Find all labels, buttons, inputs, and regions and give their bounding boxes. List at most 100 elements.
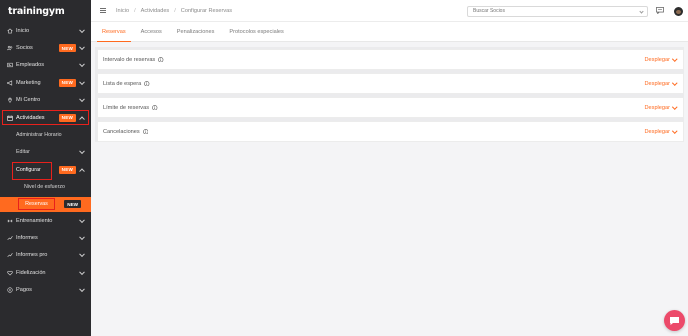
info-icon[interactable] bbox=[152, 104, 158, 111]
tab-bar: Reservas Accesos Penalizaciones Protocol… bbox=[91, 22, 688, 42]
sidebar-subitem-label: Reservas bbox=[18, 198, 55, 211]
section-label: Límite de reservas bbox=[103, 104, 150, 111]
sidebar-subitem-editar[interactable]: Editar bbox=[0, 144, 91, 161]
sidebar-item-label: Marketing bbox=[16, 79, 41, 86]
sidebar-item-label: Entrenamiento bbox=[16, 217, 53, 224]
tab-penalizaciones[interactable]: Penalizaciones bbox=[172, 22, 220, 41]
section-label: Lista de espera bbox=[103, 80, 142, 87]
sidebar-item-label: Informes bbox=[16, 234, 38, 241]
breadcrumb-item-inicio[interactable]: Inicio bbox=[116, 8, 129, 14]
new-badge: NEW bbox=[58, 44, 76, 53]
tab-protocolos-especiales[interactable]: Protocolos especiales bbox=[224, 22, 288, 41]
search-input[interactable] bbox=[473, 8, 633, 14]
section-intervalo-de-reservas[interactable]: Intervalo de reservas Desplegar bbox=[97, 49, 684, 70]
chevron-down-icon bbox=[79, 251, 85, 258]
sidebar-item-actividades[interactable]: Actividades NEW bbox=[0, 109, 91, 126]
chevron-down-icon[interactable] bbox=[639, 8, 644, 14]
expand-toggle[interactable]: Desplegar bbox=[644, 128, 677, 135]
section-lista-de-espera[interactable]: Lista de espera Desplegar bbox=[97, 73, 684, 94]
section-label: Intervalo de reservas bbox=[103, 56, 156, 63]
sidebar-item-entrenamiento[interactable]: Entrenamiento bbox=[0, 212, 91, 229]
id-card-icon bbox=[7, 62, 13, 68]
info-icon[interactable] bbox=[158, 56, 164, 63]
megaphone-icon bbox=[7, 80, 13, 86]
sidebar-item-label: Inicio bbox=[16, 27, 30, 34]
sidebar-item-pagos[interactable]: Pagos bbox=[0, 281, 91, 298]
expand-toggle[interactable]: Desplegar bbox=[645, 80, 677, 87]
tab-reservas[interactable]: Reservas bbox=[97, 22, 131, 42]
calendar-icon bbox=[7, 115, 13, 121]
sidebar-item-empleados[interactable]: Empleados bbox=[0, 57, 91, 74]
sidebar-item-label: Pagos bbox=[16, 287, 32, 294]
sidebar: trainingym Inicio Socios NEW Empleados M… bbox=[0, 0, 91, 336]
sidebar-item-informes[interactable]: Informes bbox=[0, 229, 91, 246]
dumbbell-icon bbox=[7, 218, 13, 224]
message-icon[interactable] bbox=[656, 7, 664, 14]
sidebar-subitem-reservas[interactable]: Reservas NEW bbox=[0, 196, 91, 212]
breadcrumb-separator: / bbox=[174, 7, 176, 14]
sidebar-subitem-label: Configurar bbox=[16, 166, 41, 173]
expand-label: Desplegar bbox=[644, 56, 671, 63]
sidebar-subitem-label: Administrar Horario bbox=[16, 132, 62, 139]
expand-label: Desplegar bbox=[644, 104, 671, 111]
breadcrumb-separator: / bbox=[134, 7, 136, 14]
payments-icon bbox=[7, 287, 13, 293]
sidebar-item-label: Mi Centro bbox=[16, 97, 41, 104]
users-icon bbox=[7, 45, 13, 51]
chevron-down-icon bbox=[79, 79, 85, 85]
section-cancelaciones[interactable]: Cancelaciones Desplegar bbox=[97, 121, 684, 142]
chat-button[interactable] bbox=[664, 310, 685, 331]
sidebar-item-inicio[interactable]: Inicio bbox=[0, 22, 91, 39]
info-icon[interactable] bbox=[144, 80, 150, 87]
chevron-down-icon bbox=[671, 104, 677, 109]
chevron-down-icon bbox=[79, 148, 85, 155]
sidebar-subitem-administrar-horario[interactable]: Administrar Horario bbox=[0, 126, 91, 143]
chat-icon bbox=[670, 316, 679, 325]
sidebar-item-marketing[interactable]: Marketing NEW bbox=[0, 74, 91, 91]
location-icon bbox=[7, 97, 13, 104]
breadcrumb-item-current: Configurar Reservas bbox=[180, 7, 233, 14]
sidebar-item-socios[interactable]: Socios NEW bbox=[0, 39, 91, 56]
home-icon bbox=[7, 28, 13, 34]
expand-toggle[interactable]: Desplegar bbox=[644, 56, 677, 63]
tab-accesos[interactable]: Accesos bbox=[136, 22, 167, 41]
sidebar-item-informes-pro[interactable]: Informes pro bbox=[0, 247, 91, 264]
sidebar-subitem-configurar[interactable]: Configurar NEW bbox=[0, 161, 91, 181]
breadcrumb: Inicio / Actividades / Configurar Reserv… bbox=[116, 8, 232, 14]
sidebar-item-label: Actividades bbox=[16, 114, 45, 121]
chevron-down-icon bbox=[671, 56, 677, 61]
section-limite-de-reservas[interactable]: Límite de reservas Desplegar bbox=[97, 97, 684, 118]
sidebar-item-mi-centro[interactable]: Mi Centro bbox=[0, 92, 91, 109]
sidebar-item-label: Fidelización bbox=[16, 269, 46, 276]
expand-label: Desplegar bbox=[644, 128, 671, 135]
sidebar-item-fidelizacion[interactable]: Fidelización bbox=[0, 264, 91, 281]
sidebar-item-label: Empleados bbox=[16, 62, 44, 69]
chevron-down-icon bbox=[79, 27, 85, 33]
sections-panel: Intervalo de reservas Desplegar Lista de… bbox=[95, 47, 684, 142]
new-badge: NEW bbox=[58, 78, 76, 87]
heart-icon bbox=[7, 270, 13, 276]
chevron-down-icon bbox=[79, 234, 85, 241]
expand-toggle[interactable]: Desplegar bbox=[644, 104, 677, 111]
main-content: Intervalo de reservas Desplegar Lista de… bbox=[91, 42, 688, 336]
chevron-down-icon bbox=[671, 80, 677, 85]
avatar[interactable] bbox=[674, 6, 683, 16]
search-box bbox=[467, 5, 648, 17]
info-icon[interactable] bbox=[142, 128, 149, 135]
breadcrumb-item-actividades[interactable]: Actividades bbox=[141, 8, 170, 14]
chevron-down-icon bbox=[79, 216, 85, 223]
chevron-down-icon bbox=[671, 128, 677, 133]
sidebar-subitem-nivel-de-esfuerzo[interactable]: Nivel de esfuerzo bbox=[0, 179, 91, 196]
chevron-down-icon bbox=[79, 61, 85, 68]
sidebar-item-label: Informes pro bbox=[16, 252, 48, 259]
sidebar-item-label: Socios bbox=[16, 45, 33, 52]
new-badge: NEW bbox=[58, 113, 76, 122]
chevron-up-icon bbox=[79, 168, 85, 174]
chevron-down-icon bbox=[79, 96, 85, 103]
section-label: Cancelaciones bbox=[103, 128, 140, 135]
new-badge: NEW bbox=[58, 165, 76, 174]
sidebar-subitem-label: Editar bbox=[16, 149, 30, 156]
chevron-down-icon bbox=[79, 44, 85, 51]
menu-icon[interactable] bbox=[100, 8, 106, 13]
chevron-down-icon bbox=[79, 286, 85, 293]
